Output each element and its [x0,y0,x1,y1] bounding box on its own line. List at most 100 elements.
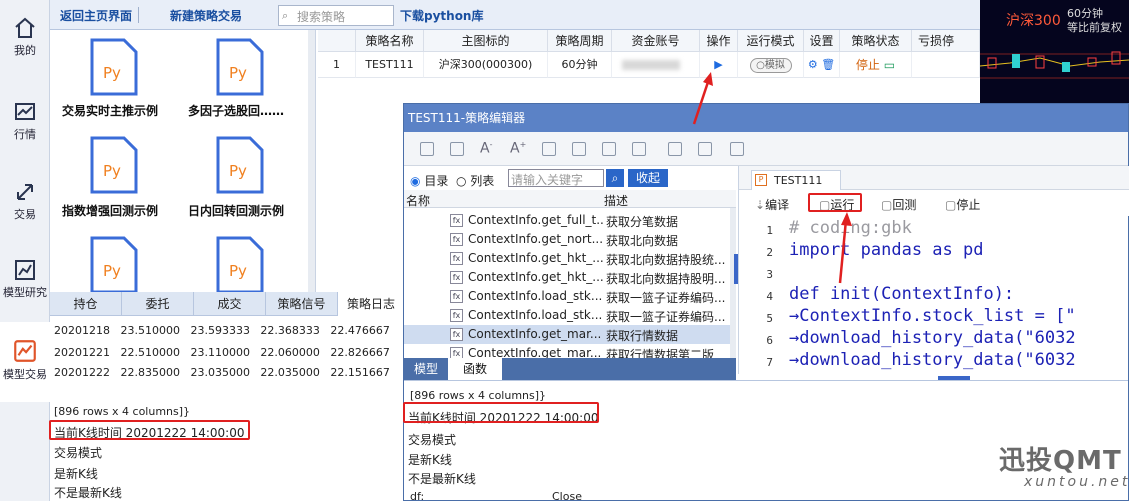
strategy-grid: Py 交易实时主推示例 Py 多因子选股回…… Py 指数增强回测示例 Py 日… [50,30,316,294]
run-mode-toggle[interactable]: ○模拟 [738,52,804,78]
function-search-input[interactable]: 请输入关键字 [508,169,604,187]
nav-item-trade[interactable]: 交易 [0,180,50,222]
function-list-header: 名称 描述 [404,190,736,208]
candlestick-chart [980,51,1129,79]
monitor-icon[interactable]: ▭ [884,58,895,72]
compile-button[interactable]: ⇣编译 [755,196,789,213]
scrollbar[interactable] [308,30,315,292]
chart-subtitle: 等比前复权 [1067,21,1122,34]
list-item[interactable]: fx ContextInfo.get_mar... 获取行情数据第二版 [404,344,730,358]
tab-strategy-log[interactable]: 策略日志 [338,292,405,316]
back-home-link[interactable]: 返回主页界面 [60,7,132,24]
table-header[interactable]: 策略周期 [548,30,612,52]
tab-positions[interactable]: 持仓 [50,292,122,316]
trash-icon[interactable]: 🗑 [821,58,835,71]
search-placeholder: 搜索策略 [297,10,346,24]
python-file-icon[interactable]: Py [88,38,140,96]
svg-text:Py: Py [103,162,121,180]
stop-button[interactable]: ▢停止 [945,196,980,213]
export-icon[interactable] [632,142,646,156]
radio-list[interactable]: ○ 列表 [456,172,494,189]
editor-title-bar[interactable]: TEST111-策略编辑器 [404,104,1128,132]
strategy-label[interactable]: 日内回转回测示例 [188,202,284,219]
table-header[interactable]: 运行模式 [738,30,804,52]
function-icon: fx [450,347,463,358]
list-item-selected[interactable]: fx ContextInfo.get_mar... 获取行情数据 [404,325,730,344]
python-file-icon[interactable]: Py [88,236,140,294]
gear-icon[interactable]: ⚙ [808,58,818,71]
table-header[interactable]: 操作 [700,30,738,52]
code-line[interactable]: →ContextInfo.stock_list = [" [789,306,1076,326]
tab-fills[interactable]: 成交 [194,292,266,316]
backtest-button[interactable]: ▢回测 [881,196,916,213]
table-header[interactable]: 策略名称 [356,30,424,52]
code-line[interactable]: def init(ContextInfo): [789,284,1014,304]
log-is-new: 是新K线 [408,453,452,467]
editor-toolbar: A- A+ [404,132,1128,166]
font-smaller-icon[interactable]: A- [480,140,492,157]
radio-directory[interactable]: ◉ 目录 [410,172,448,189]
strategy-label[interactable]: 交易实时主推示例 [62,102,158,119]
index-chart[interactable]: 沪深300 60分钟 等比前复权 [980,0,1129,104]
nav-item-model-trade[interactable]: 模型交易 [0,322,50,402]
code-line[interactable]: →download_history_data("6032 [789,328,1076,348]
mode-label: 模拟 [764,60,785,71]
list-item[interactable]: fx ContextInfo.load_stk... 获取一篮子证券编码... [404,306,730,325]
code-line[interactable]: →download_history_data("6032 [789,350,1076,370]
import-icon[interactable] [602,142,616,156]
search-icon[interactable]: ⌕ [606,169,624,187]
status-stop-button[interactable]: 停止 [856,58,880,72]
col-desc: 描述 [604,194,629,208]
tab-model[interactable]: 模型 [404,358,448,380]
undo-icon[interactable] [542,142,556,156]
tab-functions[interactable]: 函数 [448,358,502,380]
code-toolbar: ⇣编译 ▢运行 ▢回测 ▢停止 [739,190,1129,216]
collapse-button[interactable]: 收起 [628,169,668,187]
table-header[interactable]: 设置 [804,30,840,52]
strategy-label[interactable]: 多因子选股回…… [188,102,284,119]
save-icon[interactable] [420,142,434,156]
save-as-icon[interactable] [450,142,464,156]
new-strategy-link[interactable]: 新建策略交易 [170,7,242,24]
replace-icon[interactable] [698,142,712,156]
code-editor[interactable]: 1 # coding:gbk 2 import pandas as pd 3 4 de… [739,216,1129,374]
svg-text:Py: Py [103,262,121,280]
redo-icon[interactable] [572,142,586,156]
row-period: 60分钟 [548,52,612,78]
nav-item-mine[interactable]: 我的 [0,16,50,58]
code-pane: TEST111 P ⇣编译 ▢运行 ▢回测 ▢停止 1 # coding:gbk … [738,166,1129,374]
python-file-icon[interactable]: Py [214,136,266,194]
play-icon[interactable]: ▶ [700,52,738,78]
python-file-icon[interactable]: Py [214,236,266,294]
highlight-box [49,420,250,440]
log-row: [896 rows x 4 columns]} [410,389,547,402]
find-icon[interactable] [668,142,682,156]
font-larger-icon[interactable]: A+ [510,140,526,157]
code-line[interactable]: import pandas as pd [789,240,983,260]
strategy-log: 20201218 23.510000 23.593333 22.368333 2… [50,316,405,501]
list-item[interactable]: fx ContextInfo.load_stk... 获取一篮子证券编码... [404,287,730,306]
table-header[interactable]: 资金账号 [612,30,700,52]
strategy-label[interactable]: 指数增强回测示例 [62,202,158,219]
list-item[interactable]: fx ContextInfo.get_hkt_... 获取北向数据持股统... [404,249,730,268]
tab-orders[interactable]: 委托 [122,292,194,316]
nav-item-model-research[interactable]: 模型研究 [0,258,50,300]
row-strategy-name[interactable]: TEST111 [356,52,424,78]
table-header[interactable]: 亏损停 [912,30,980,52]
python-file-icon[interactable]: Py [88,136,140,194]
table-header[interactable]: 主图标的 [424,30,548,52]
research-icon [15,260,35,280]
row-index: 1 [318,52,356,78]
nav-item-market[interactable]: 行情 [0,100,50,142]
log-df: df: [410,490,425,503]
download-python-link[interactable]: 下载python库 [400,7,483,24]
tab-signals[interactable]: 策略信号 [266,292,338,316]
code-line[interactable]: # coding:gbk [789,218,912,238]
strategy-search-input[interactable]: ⌕ 搜索策略 [278,5,394,26]
list-item[interactable]: fx ContextInfo.get_nort... 获取北向数据 [404,230,730,249]
list-item[interactable]: fx ContextInfo.get_hkt_... 获取北向数据持股明... [404,268,730,287]
goto-icon[interactable] [730,142,744,156]
python-file-icon[interactable]: Py [214,38,266,96]
list-item[interactable]: fx ContextInfo.get_full_t... 获取分笔数据 [404,211,730,230]
table-header[interactable]: 策略状态 [840,30,912,52]
